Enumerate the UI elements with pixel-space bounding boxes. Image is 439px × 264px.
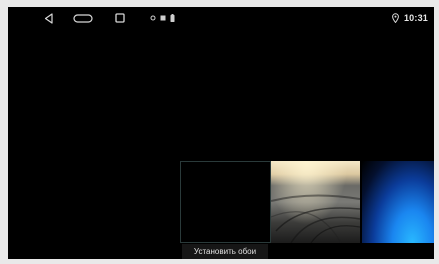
wallpaper-thumbnail-photo[interactable] [271, 161, 360, 243]
home-icon [73, 13, 93, 23]
device-screen: 10:31 Установить обои [8, 7, 434, 259]
recents-button[interactable] [114, 11, 126, 25]
road-tracks-graphic [271, 194, 360, 243]
dot-icon [150, 15, 156, 21]
recents-icon [115, 13, 125, 23]
set-wallpaper-button[interactable]: Установить обои [182, 244, 268, 259]
back-icon [44, 12, 53, 24]
wallpaper-strip[interactable] [180, 161, 434, 243]
location-pin-icon [392, 13, 399, 23]
wallpaper-thumbnail-current[interactable] [180, 161, 271, 243]
status-bar: 10:31 [8, 7, 434, 29]
square-notification-icon [160, 15, 166, 21]
clock: 10:31 [403, 13, 428, 23]
wallpaper-thumbnail-blue-glow[interactable] [362, 161, 434, 243]
back-button[interactable] [42, 11, 54, 25]
battery-icon [170, 14, 175, 22]
status-right: 10:31 [392, 11, 428, 25]
home-button[interactable] [72, 11, 94, 25]
notification-icons [150, 13, 175, 23]
